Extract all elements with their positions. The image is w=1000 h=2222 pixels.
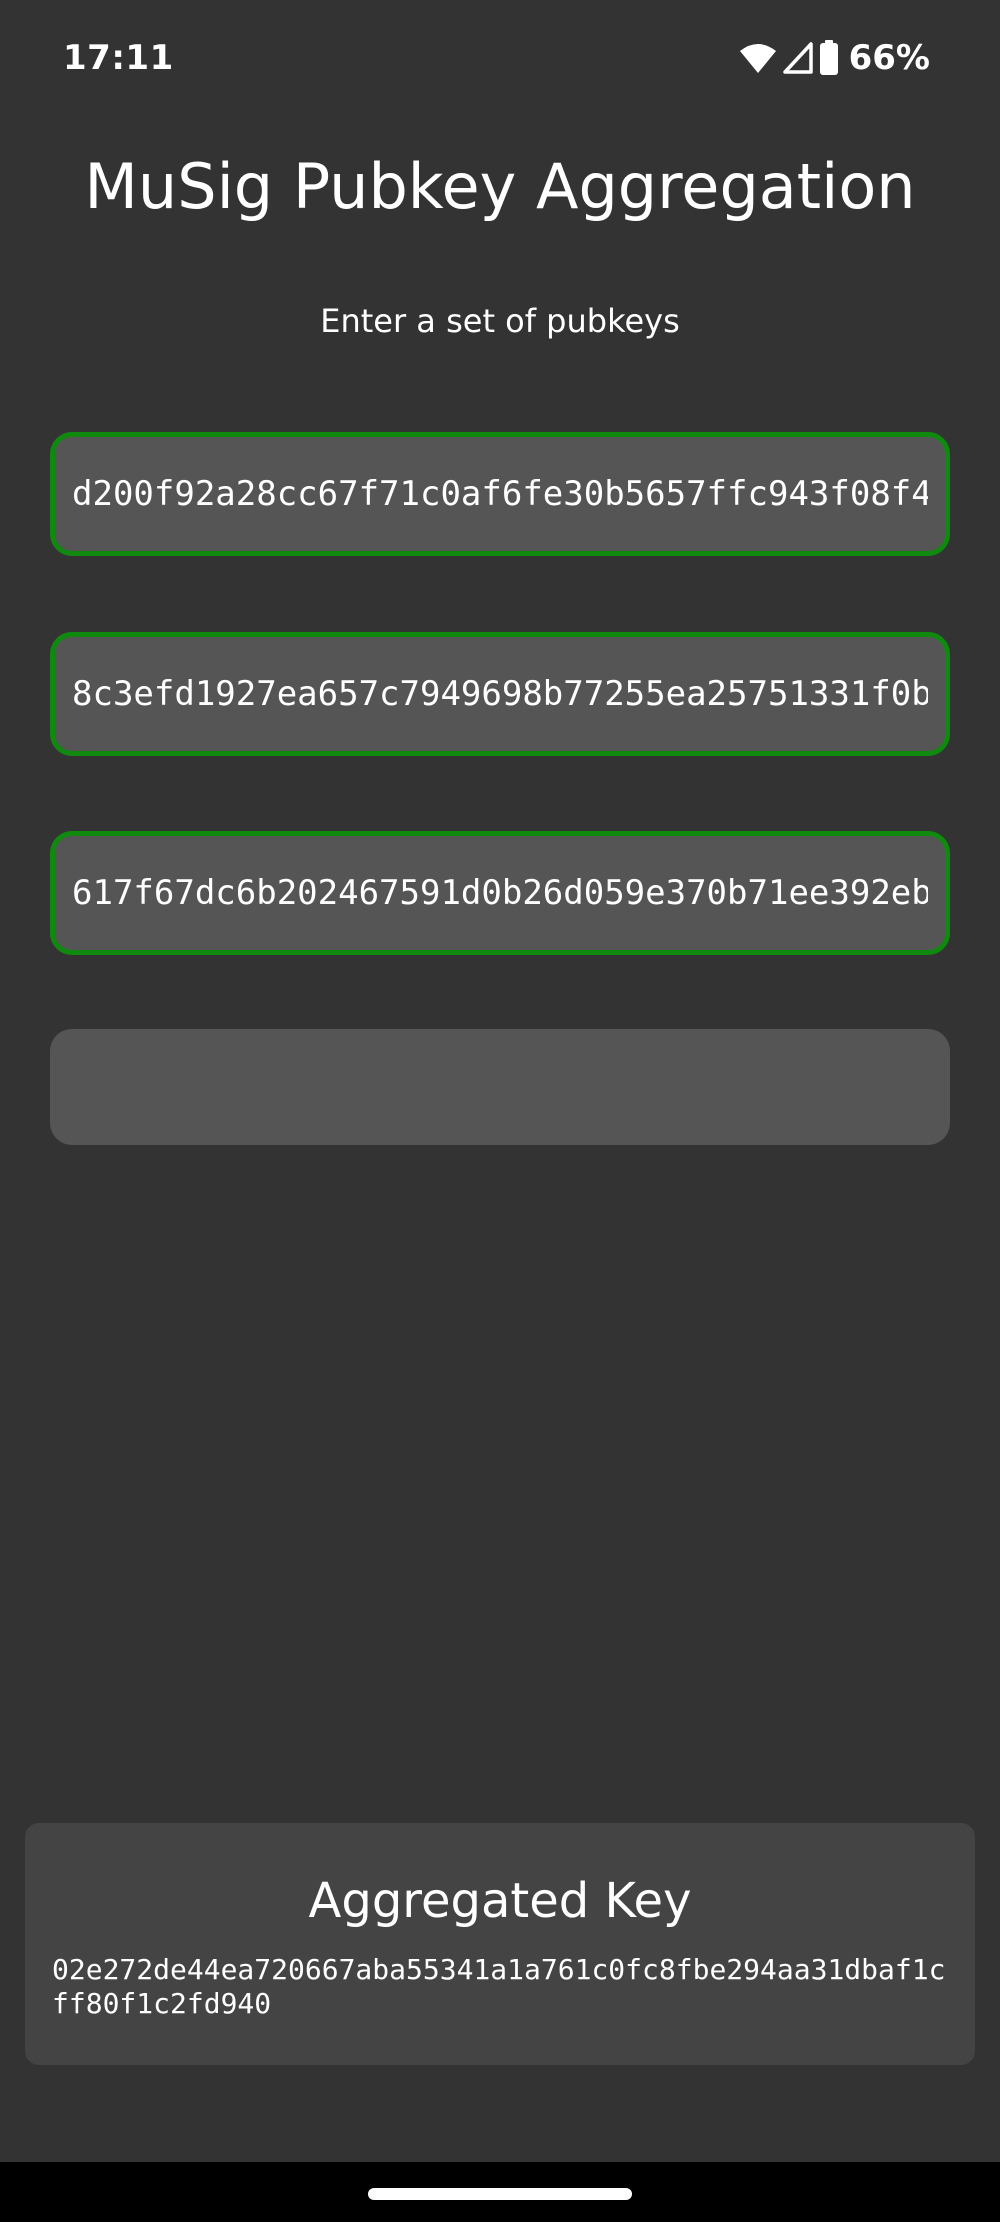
pubkey-input-1[interactable] xyxy=(50,432,950,556)
pubkey-input-2[interactable] xyxy=(50,632,950,756)
home-indicator[interactable] xyxy=(368,2188,632,2200)
pubkey-input-4[interactable] xyxy=(50,1029,950,1145)
battery-icon xyxy=(819,40,839,76)
status-time: 17:11 xyxy=(63,38,174,78)
status-icons: 66% xyxy=(739,36,930,80)
pubkey-input-3[interactable] xyxy=(50,831,950,955)
aggregated-key-title: Aggregated Key xyxy=(308,1873,692,1929)
page-subtitle: Enter a set of pubkeys xyxy=(320,302,680,340)
cell-signal-icon xyxy=(782,42,813,74)
aggregated-key-card: Aggregated Key 02e272de44ea720667aba5534… xyxy=(25,1823,975,2065)
wifi-icon xyxy=(739,42,777,74)
page-title: MuSig Pubkey Aggregation xyxy=(84,150,916,223)
battery-percentage: 66% xyxy=(848,38,930,78)
status-bar: 17:11 66% xyxy=(0,0,1000,118)
aggregated-key-value: 02e272de44ea720667aba55341a1a761c0fc8fbe… xyxy=(52,1953,946,2020)
